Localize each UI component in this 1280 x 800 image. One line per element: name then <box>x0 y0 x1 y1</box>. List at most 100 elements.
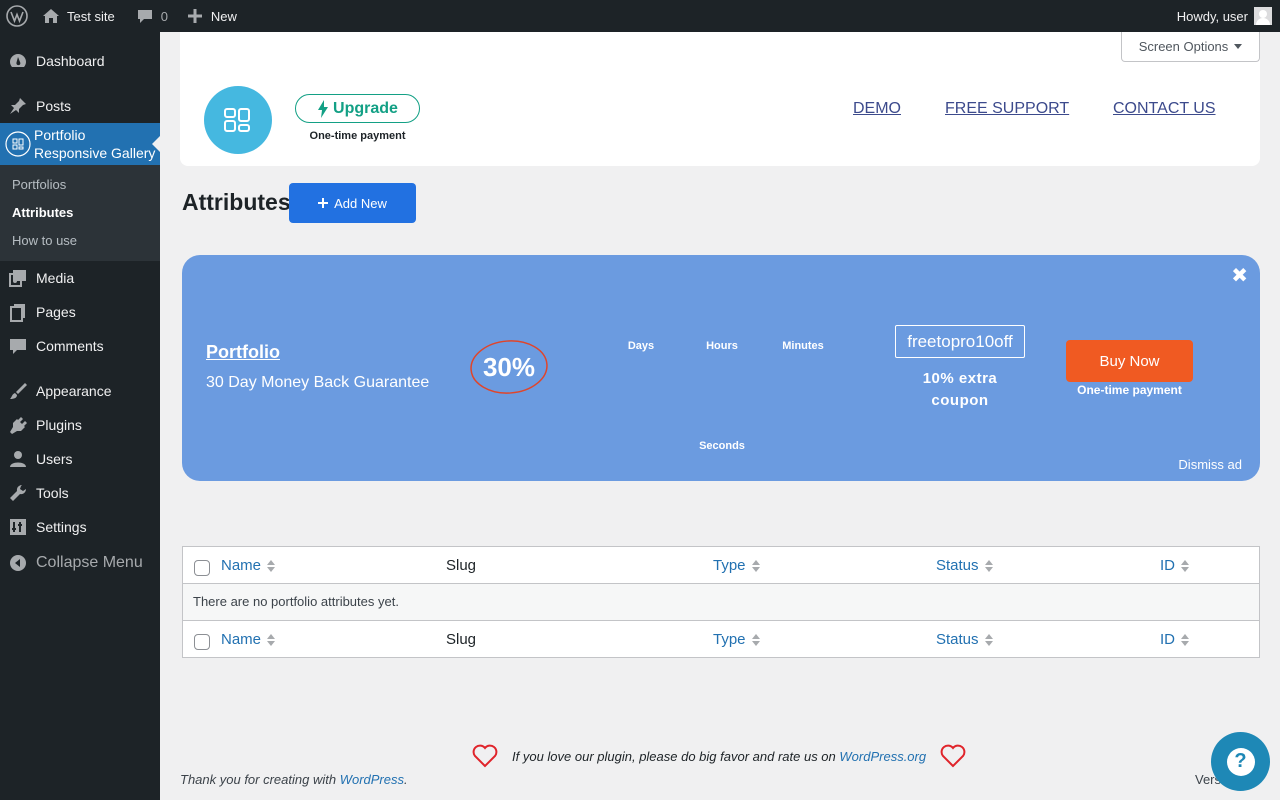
sort-arrows-icon <box>984 559 993 572</box>
settings-icon <box>0 517 36 537</box>
submenu-how-to-use[interactable]: How to use <box>12 233 77 248</box>
brush-icon <box>0 381 36 401</box>
sort-arrows-icon <box>1181 559 1189 572</box>
collapse-icon <box>0 554 36 572</box>
menu-dashboard[interactable]: Dashboard <box>0 49 160 73</box>
collapse-menu-button[interactable]: Collapse Menu <box>0 551 160 575</box>
countdown-minutes-label: Minutes <box>782 340 824 352</box>
column-name-sort[interactable]: Name <box>221 557 276 574</box>
buy-now-subtext: One-time payment <box>1077 383 1182 397</box>
menu-pages[interactable]: Pages <box>0 300 160 324</box>
avatar <box>1254 7 1272 25</box>
column-id-sort[interactable]: ID <box>1160 557 1189 574</box>
comments-icon <box>0 336 36 356</box>
comment-bubble-icon <box>137 10 152 23</box>
wordpress-logo-icon[interactable] <box>0 0 34 32</box>
menu-media[interactable]: Media <box>0 266 160 290</box>
countdown-hours-label: Hours <box>706 340 738 352</box>
menu-portfolio-gallery[interactable]: Portfolio Responsive Gallery <box>0 123 160 165</box>
site-name-link[interactable]: Test site <box>34 0 123 32</box>
menu-settings[interactable]: Settings <box>0 515 160 539</box>
menu-plugins[interactable]: Plugins <box>0 413 160 437</box>
new-label: New <box>210 8 237 24</box>
page-title: Attributes <box>182 189 291 215</box>
promo-subtitle: 30 Day Money Back Guarantee <box>206 374 430 391</box>
pages-icon <box>0 302 36 322</box>
sort-arrows-icon <box>267 633 276 646</box>
one-time-payment-text: One-time payment <box>309 130 406 142</box>
site-name: Test site <box>67 8 115 24</box>
column-name-sort-footer[interactable]: Name <box>221 631 276 648</box>
column-status-sort[interactable]: Status <box>936 557 993 574</box>
pin-icon <box>0 96 36 116</box>
sort-arrows-icon <box>984 633 993 646</box>
contact-us-link[interactable]: CONTACT US <box>1113 100 1216 118</box>
howdy-text: Howdy, user <box>1176 8 1248 24</box>
wordpress-link[interactable]: WordPress <box>340 772 404 787</box>
select-all-checkbox-footer[interactable] <box>194 634 210 650</box>
upgrade-button[interactable]: Upgrade <box>295 94 420 123</box>
wrench-icon <box>0 483 36 503</box>
promo-banner: ✖ Portfolio 30 Day Money Back Guarantee … <box>182 255 1260 481</box>
menu-comments[interactable]: Comments <box>0 334 160 358</box>
main-content: Upgrade One-time payment DEMO FREE SUPPO… <box>160 32 1280 800</box>
demo-link[interactable]: DEMO <box>853 100 901 118</box>
plus-icon <box>187 9 202 23</box>
heart-icon <box>940 744 966 768</box>
home-icon <box>43 9 59 23</box>
new-content-link[interactable]: New <box>180 0 245 32</box>
buy-now-button[interactable]: Buy Now <box>1066 340 1193 382</box>
plugin-logo-icon <box>204 86 272 154</box>
question-icon: ? <box>1226 747 1255 776</box>
my-account-link[interactable]: Howdy, user <box>1169 0 1280 32</box>
countdown-days-label: Days <box>627 340 655 352</box>
comments-link[interactable]: 0 <box>129 0 176 32</box>
submenu-attributes[interactable]: Attributes <box>12 205 73 220</box>
countdown-seconds-label: Seconds <box>699 440 745 452</box>
column-id-sort-footer[interactable]: ID <box>1160 631 1189 648</box>
footer-thanks: Thank you for creating with WordPress. <box>180 772 408 787</box>
column-status-sort-footer[interactable]: Status <box>936 631 993 648</box>
discount-badge: 30% <box>469 339 549 395</box>
lightning-icon <box>318 99 329 118</box>
add-new-button[interactable]: Add New <box>289 183 416 223</box>
sort-arrows-icon <box>267 559 276 572</box>
admin-bar: Test site 0 New Howdy, user <box>0 0 1280 32</box>
submenu-portfolios[interactable]: Portfolios <box>12 177 66 192</box>
close-icon[interactable]: ✖ <box>1231 263 1248 288</box>
help-button[interactable]: ? <box>1211 732 1270 791</box>
sort-arrows-icon <box>751 559 760 572</box>
comments-count: 0 <box>160 8 168 24</box>
heart-icon <box>472 744 498 768</box>
promo-title-link[interactable]: Portfolio <box>206 342 280 363</box>
gallery-icon <box>0 131 36 157</box>
coupon-description: 10% extra coupon <box>922 370 998 409</box>
admin-sidebar: Dashboard Posts Portfolio Responsive Gal… <box>0 32 160 800</box>
column-type-sort[interactable]: Type <box>713 557 760 574</box>
menu-users[interactable]: Users <box>0 447 160 471</box>
dismiss-ad-link[interactable]: Dismiss ad <box>1178 457 1242 472</box>
plus-icon <box>318 198 329 208</box>
rate-us-line: If you love our plugin, please do big fa… <box>472 744 966 768</box>
sort-arrows-icon <box>751 633 760 646</box>
portfolio-submenu: Portfolios Attributes How to use <box>0 165 160 261</box>
menu-posts[interactable]: Posts <box>0 94 160 118</box>
coupon-code: freetopro10off <box>895 325 1025 358</box>
table-footer-row: Name Slug Type Status ID <box>183 620 1259 657</box>
column-type-sort-footer[interactable]: Type <box>713 631 760 648</box>
select-all-checkbox[interactable] <box>194 560 210 576</box>
column-slug: Slug <box>446 557 477 574</box>
plugin-header-card: Upgrade One-time payment DEMO FREE SUPPO… <box>180 32 1260 166</box>
free-support-link[interactable]: FREE SUPPORT <box>945 100 1069 118</box>
media-icon <box>0 268 36 288</box>
attributes-table: Name Slug Type Status ID There are no po… <box>182 546 1260 658</box>
user-icon <box>0 449 36 469</box>
menu-tools[interactable]: Tools <box>0 481 160 505</box>
menu-appearance[interactable]: Appearance <box>0 379 160 403</box>
wordpress-org-link[interactable]: WordPress.org <box>839 749 926 764</box>
table-row-empty: There are no portfolio attributes yet. <box>183 584 1259 620</box>
screen-options-button[interactable]: Screen Options <box>1121 32 1260 62</box>
dashboard-icon <box>0 51 36 71</box>
plug-icon <box>0 415 36 435</box>
column-slug-footer: Slug <box>446 631 477 648</box>
